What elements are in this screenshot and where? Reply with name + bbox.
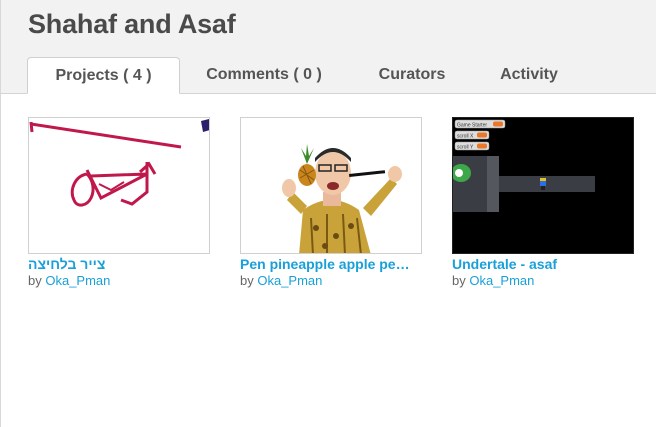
- project-thumbnail[interactable]: Game Starter scroll X scroll Y: [452, 117, 634, 254]
- tab-comments[interactable]: Comments ( 0 ): [189, 57, 339, 94]
- studio-title: Shahaf and Asaf: [28, 9, 236, 39]
- drawing-thumbnail-image: [29, 118, 209, 253]
- tab-curators[interactable]: Curators: [347, 57, 477, 94]
- project-byline: by Oka_Pman: [240, 273, 424, 289]
- by-label: by: [240, 273, 254, 288]
- game-thumbnail-image: Game Starter scroll X scroll Y: [453, 118, 633, 253]
- variable-monitor: Game Starter: [454, 119, 506, 129]
- project-title[interactable]: Pen pineapple apple pe…: [240, 256, 422, 273]
- monitor-label: Game Starter: [457, 123, 487, 129]
- project-card: צייר בלחיצה by Oka_Pman: [28, 117, 212, 289]
- author-link[interactable]: Oka_Pman: [45, 273, 110, 288]
- project-byline: by Oka_Pman: [452, 273, 636, 289]
- studio-header: Shahaf and Asaf Projects ( 4 ) Comments …: [0, 0, 656, 94]
- project-title[interactable]: צייר בלחיצה: [28, 256, 210, 273]
- project-card: Pen pineapple apple pe… by Oka_Pman: [240, 117, 424, 289]
- pineapple-man-thumbnail-image: [241, 118, 421, 253]
- variable-monitor: scroll Y: [454, 141, 490, 151]
- tab-projects[interactable]: Projects ( 4 ): [27, 57, 180, 94]
- project-title[interactable]: Undertale - asaf: [452, 256, 634, 273]
- project-thumbnail[interactable]: [28, 117, 210, 254]
- author-link[interactable]: Oka_Pman: [469, 273, 534, 288]
- project-byline: by Oka_Pman: [28, 273, 212, 289]
- monitor-label: scroll X: [457, 134, 474, 140]
- by-label: by: [452, 273, 466, 288]
- project-thumbnail[interactable]: [240, 117, 422, 254]
- projects-panel: צייר בלחיצה by Oka_Pman Pen pineapple ap…: [0, 94, 656, 427]
- author-link[interactable]: Oka_Pman: [257, 273, 322, 288]
- project-card: Game Starter scroll X scroll Y Undertale…: [452, 117, 636, 289]
- tab-activity[interactable]: Activity: [477, 57, 581, 94]
- by-label: by: [28, 273, 42, 288]
- variable-monitor: scroll X: [454, 130, 490, 140]
- monitor-label: scroll Y: [457, 145, 474, 151]
